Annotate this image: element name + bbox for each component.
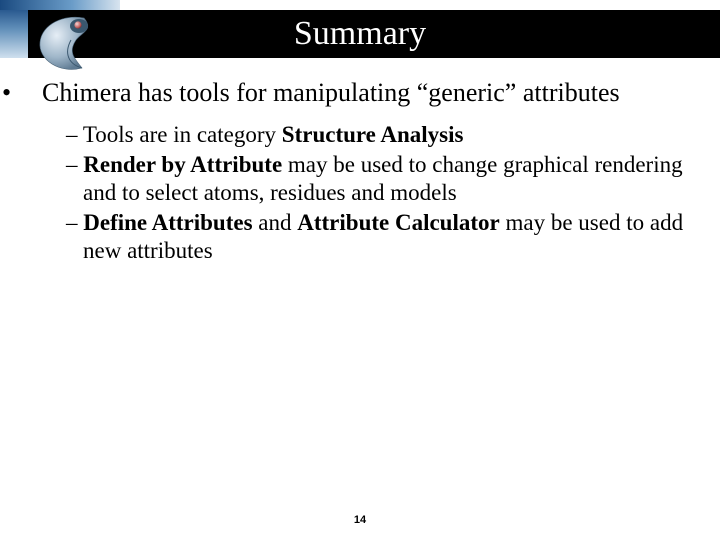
sub-text-bold2: Attribute Calculator <box>297 210 500 235</box>
header-gradient-left <box>0 10 28 58</box>
sub-text-bold1: Structure Analysis <box>282 122 464 147</box>
bullet-level1: •Chimera has tools for manipulating “gen… <box>22 78 708 109</box>
sub-text-pre: Tools are in category <box>83 122 282 147</box>
dash-marker: – <box>66 210 83 235</box>
sub-bullet: – Tools are in category Structure Analys… <box>66 121 708 149</box>
slide-title: Summary <box>0 10 720 58</box>
title-bar: Summary <box>0 10 720 58</box>
sub-bullet-list: – Tools are in category Structure Analys… <box>66 121 708 265</box>
sub-text-bold1: Render by Attribute <box>83 152 282 177</box>
bullet-text: Chimera has tools for manipulating “gene… <box>42 78 620 107</box>
sub-text-mid: and <box>253 210 298 235</box>
sub-bullet: – Define Attributes and Attribute Calcul… <box>66 209 708 265</box>
sub-bullet: – Render by Attribute may be used to cha… <box>66 151 708 207</box>
sub-text-bold1: Define Attributes <box>83 210 252 235</box>
dash-marker: – <box>66 152 83 177</box>
content-area: •Chimera has tools for manipulating “gen… <box>22 78 708 267</box>
page-number: 14 <box>0 514 720 526</box>
header-gradient-top <box>0 0 120 10</box>
bullet-marker: • <box>22 78 42 109</box>
dash-marker: – <box>66 122 83 147</box>
